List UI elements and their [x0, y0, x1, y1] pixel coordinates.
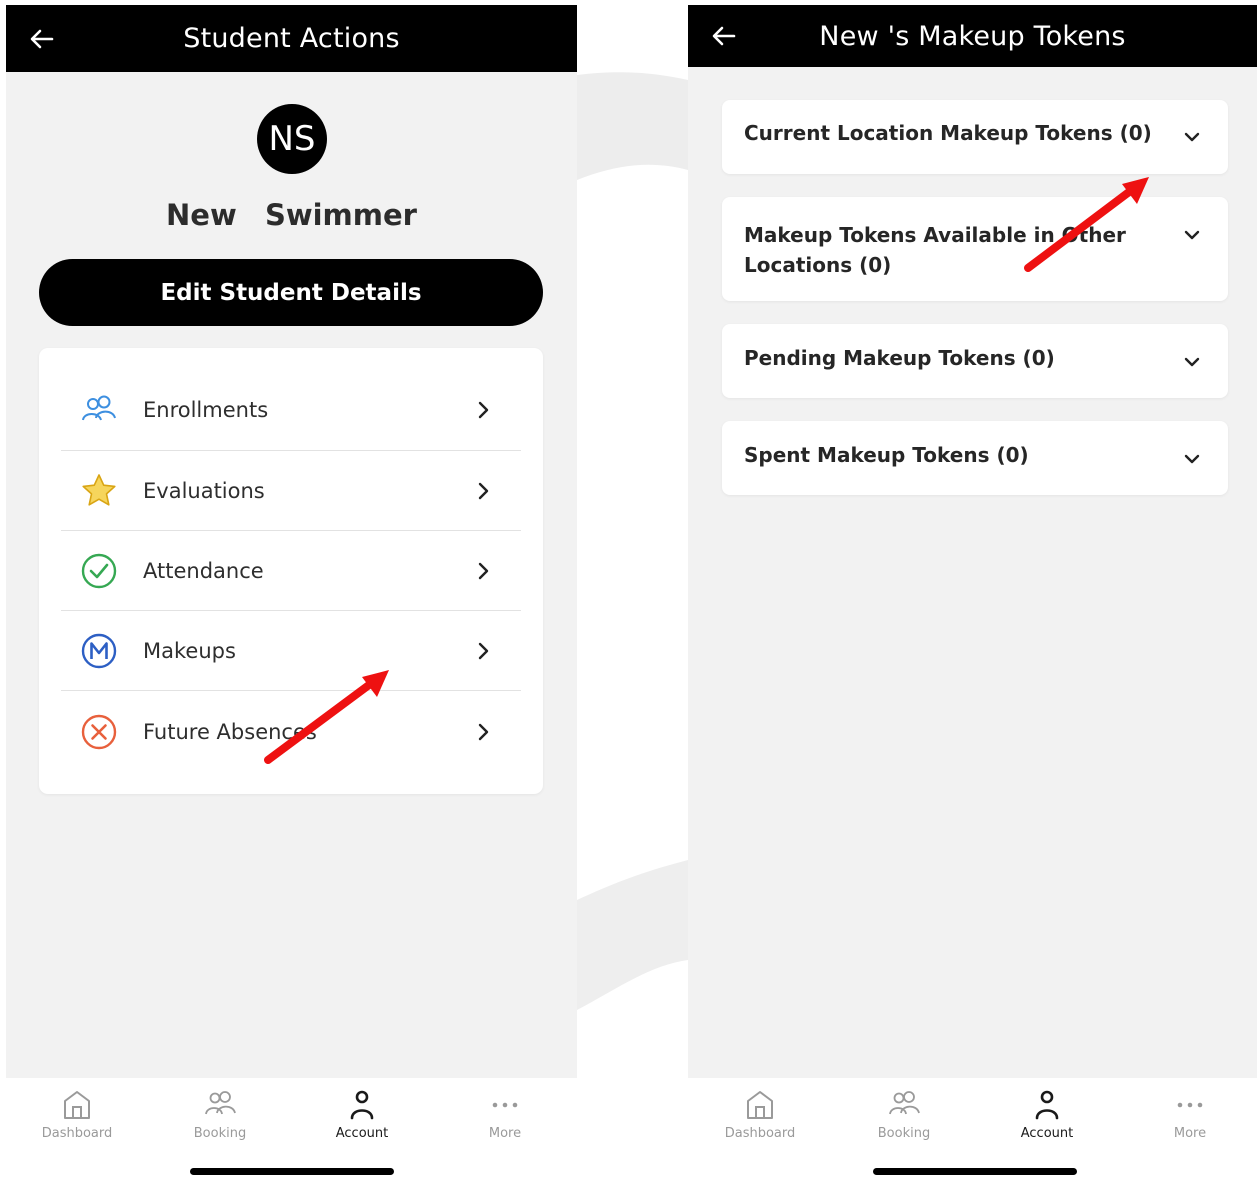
- annotation-arrow: [1024, 177, 1149, 272]
